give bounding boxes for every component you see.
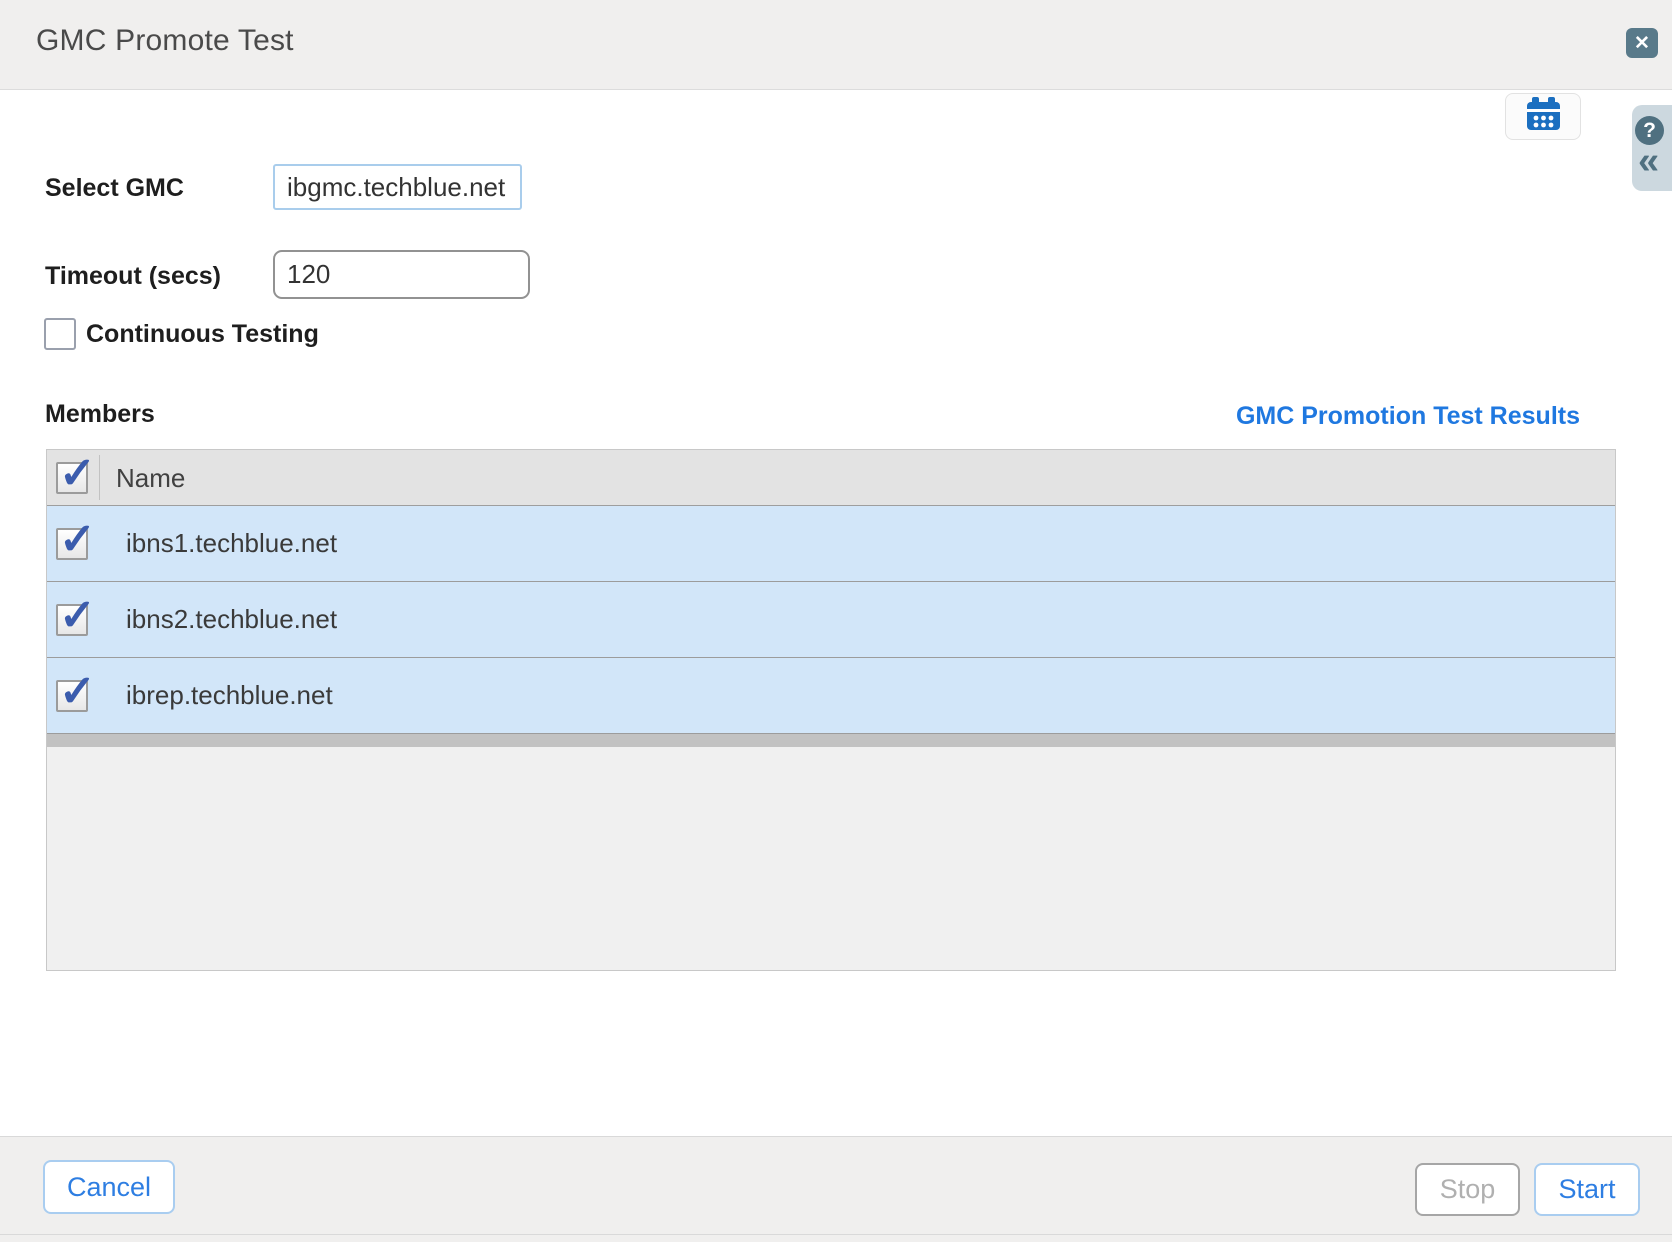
side-help-panel: ? « bbox=[1632, 105, 1672, 191]
members-table: Name ibns1.techblue.net ibns2.techblue.n… bbox=[46, 449, 1616, 971]
start-button[interactable]: Start bbox=[1534, 1163, 1640, 1216]
timeout-input[interactable] bbox=[273, 250, 530, 299]
name-column-header: Name bbox=[116, 450, 185, 506]
cancel-button[interactable]: Cancel bbox=[43, 1160, 175, 1214]
select-gmc-label: Select GMC bbox=[45, 174, 184, 203]
continuous-testing-label: Continuous Testing bbox=[86, 320, 319, 349]
dialog-titlebar: GMC Promote Test ✕ bbox=[0, 0, 1672, 90]
member-name: ibns1.techblue.net bbox=[126, 506, 337, 581]
stop-button[interactable]: Stop bbox=[1415, 1163, 1520, 1216]
dialog-footer: Cancel Stop Start bbox=[0, 1136, 1672, 1242]
members-table-header: Name bbox=[47, 450, 1615, 506]
close-icon: ✕ bbox=[1634, 32, 1650, 55]
member-name: ibrep.techblue.net bbox=[126, 658, 333, 733]
table-scrollbar-track[interactable] bbox=[47, 734, 1615, 747]
gmc-promote-test-dialog: GMC Promote Test ✕ ? « Select GMC Timeo bbox=[0, 0, 1672, 1242]
row-checkbox[interactable] bbox=[56, 528, 88, 560]
gmc-promotion-test-results-link[interactable]: GMC Promotion Test Results bbox=[1236, 402, 1580, 431]
row-checkbox[interactable] bbox=[56, 680, 88, 712]
help-glyph: ? bbox=[1643, 119, 1656, 143]
continuous-testing-checkbox[interactable] bbox=[44, 318, 76, 350]
timeout-label: Timeout (secs) bbox=[45, 262, 221, 291]
table-row[interactable]: ibns1.techblue.net bbox=[47, 506, 1615, 582]
collapse-panel-icon[interactable]: « bbox=[1638, 141, 1659, 183]
select-gmc-input[interactable] bbox=[273, 164, 522, 210]
dialog-title: GMC Promote Test bbox=[36, 24, 294, 58]
members-label: Members bbox=[45, 400, 155, 429]
footer-divider bbox=[0, 1234, 1672, 1235]
calendar-icon bbox=[1524, 96, 1562, 137]
column-divider bbox=[99, 455, 100, 500]
table-row[interactable]: ibns2.techblue.net bbox=[47, 582, 1615, 658]
member-name: ibns2.techblue.net bbox=[126, 582, 337, 657]
row-checkbox[interactable] bbox=[56, 604, 88, 636]
select-all-checkbox[interactable] bbox=[56, 462, 88, 494]
schedule-button[interactable] bbox=[1505, 93, 1581, 140]
collapse-glyph: « bbox=[1638, 140, 1659, 182]
close-button[interactable]: ✕ bbox=[1626, 28, 1658, 58]
table-row[interactable]: ibrep.techblue.net bbox=[47, 658, 1615, 734]
